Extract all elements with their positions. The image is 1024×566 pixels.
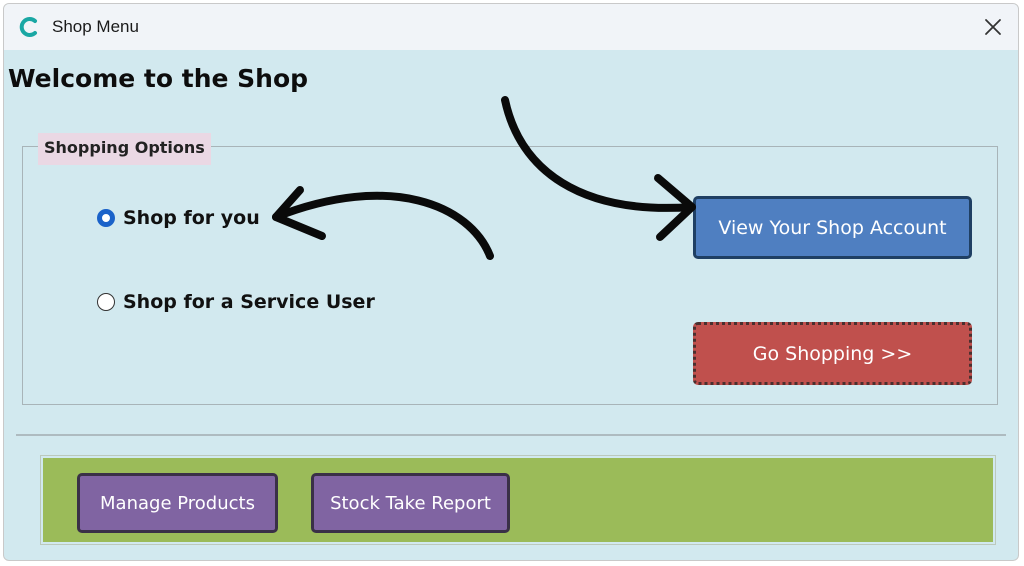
page-heading: Welcome to the Shop	[8, 64, 309, 93]
radio-label-shop-for-service-user: Shop for a Service User	[123, 291, 375, 313]
radio-shop-for-service-user[interactable]: Shop for a Service User	[97, 291, 375, 313]
go-shopping-button[interactable]: Go Shopping >>	[693, 322, 972, 385]
section-divider	[16, 434, 1006, 436]
stock-take-report-button[interactable]: Stock Take Report	[311, 473, 510, 533]
window-title: Shop Menu	[52, 17, 139, 36]
close-icon[interactable]	[980, 14, 1006, 40]
title-bar: Shop Menu	[4, 4, 1018, 50]
manage-products-button[interactable]: Manage Products	[77, 473, 278, 533]
radio-unselected-icon[interactable]	[97, 293, 115, 311]
radio-selected-icon[interactable]	[97, 209, 115, 227]
radio-shop-for-you[interactable]: Shop for you	[97, 207, 260, 229]
app-c-icon	[19, 17, 37, 37]
shopping-options-legend: Shopping Options	[38, 133, 211, 165]
view-shop-account-button[interactable]: View Your Shop Account	[693, 196, 972, 259]
radio-label-shop-for-you: Shop for you	[123, 207, 260, 229]
